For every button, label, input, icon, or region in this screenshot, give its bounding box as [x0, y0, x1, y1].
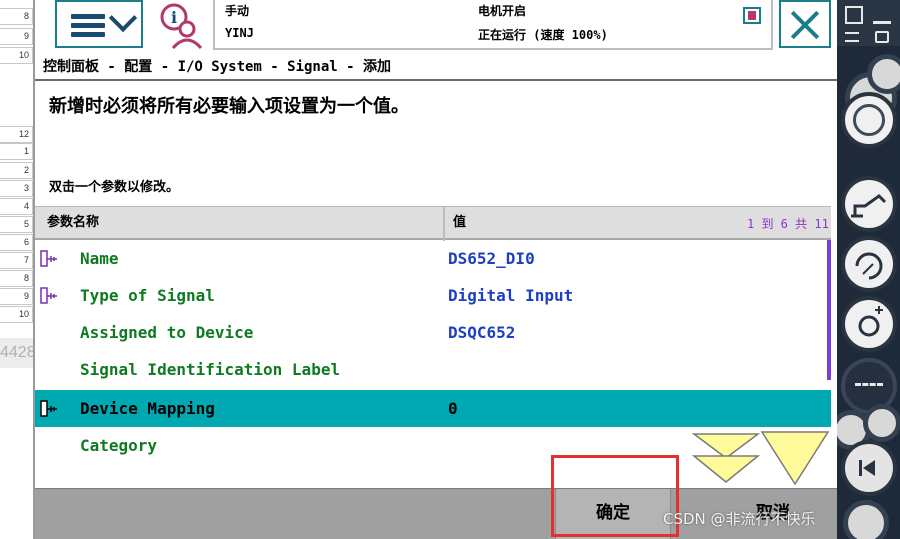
row-number: 12 [0, 126, 33, 143]
ghost-text: 4428 [0, 338, 33, 368]
task-status-icon [743, 7, 761, 24]
breadcrumb: 控制面板 - 配置 - I/O System - Signal - 添加 [43, 59, 392, 75]
svg-text:i: i [171, 8, 177, 27]
jog-ring-icon [853, 104, 885, 136]
step-button[interactable] [841, 440, 897, 496]
row-number: 6 [0, 234, 33, 251]
quickset-panel [837, 0, 900, 539]
column-divider [443, 207, 445, 241]
swap-icon[interactable] [845, 32, 859, 42]
more-icon [855, 383, 883, 387]
main-menu-button[interactable] [55, 0, 143, 48]
row-number: 10 [0, 47, 33, 64]
param-value: DSQC652 [448, 323, 516, 342]
increment-button[interactable] [841, 296, 897, 352]
param-name: Name [80, 249, 119, 268]
minimize-icon[interactable] [873, 6, 891, 24]
row-number: 1 [0, 143, 33, 160]
row-number: 5 [0, 216, 33, 233]
chevron-down-icon [108, 3, 138, 33]
annotation-highlight [551, 455, 679, 537]
param-name: Assigned to Device [80, 323, 254, 342]
gear-icon [867, 54, 900, 94]
motion-mode-button[interactable] [841, 236, 897, 292]
required-param-icon [40, 400, 57, 417]
column-header-value: 值 [453, 215, 467, 230]
table-row[interactable]: Signal Identification Label [35, 351, 831, 388]
param-value: DS652_DI0 [448, 249, 535, 268]
table-row[interactable]: Name DS652_DI0 [35, 240, 831, 277]
row-number: 4 [0, 198, 33, 215]
page-down-arrows [692, 431, 830, 486]
jog-unit-button[interactable] [841, 92, 897, 148]
table-row[interactable]: Type of Signal Digital Input [35, 277, 831, 314]
required-param-icon [40, 287, 57, 304]
increment-icon [858, 306, 883, 337]
event-log-icon[interactable]: i [157, 2, 203, 50]
table-header: 参数名称 值 1 到 6 共 11 [35, 206, 831, 241]
robot-arm-button[interactable] [841, 176, 897, 232]
scroll-down-fast-button[interactable] [692, 433, 761, 483]
mode-label: 手动 [225, 4, 250, 18]
scrollbar[interactable] [827, 240, 831, 380]
param-value: 0 [448, 399, 458, 418]
camera-icon[interactable] [875, 31, 889, 43]
row-number: 7 [0, 252, 33, 269]
step-back-icon [859, 460, 875, 476]
table-row-selected[interactable]: Device Mapping 0 [35, 390, 831, 427]
page-range: 1 到 6 共 11 [747, 217, 829, 231]
flexpendant-window: i 手动 YINJ 电机开启 正在运行 (速度 100%) 控制面板 - 配置 … [33, 0, 839, 539]
watermark: CSDN @非流行不快乐 [663, 510, 816, 528]
column-header-param: 参数名称 [47, 215, 100, 230]
param-name: Device Mapping [80, 399, 215, 418]
gear-icon [843, 500, 889, 539]
row-number: 8 [0, 270, 33, 287]
param-name: Signal Identification Label [80, 360, 341, 379]
row-number: 2 [0, 162, 33, 179]
status-panel[interactable]: 手动 YINJ 电机开启 正在运行 (速度 100%) [213, 0, 773, 50]
top-bar: i 手动 YINJ 电机开启 正在运行 (速度 100%) [35, 0, 839, 55]
row-number: 8 [0, 8, 33, 25]
scroll-down-button[interactable] [760, 431, 830, 486]
rotate-icon [855, 252, 883, 280]
row-number: 9 [0, 28, 33, 45]
motor-state: 电机开启 [478, 4, 527, 18]
row-number: 10 [0, 306, 33, 323]
table-row[interactable]: Assigned to Device DSQC652 [35, 314, 831, 351]
window-controls [837, 0, 900, 46]
system-name: YINJ [225, 26, 254, 40]
close-button[interactable] [779, 0, 831, 48]
divider [35, 79, 839, 81]
run-state: 正在运行 (速度 100%) [478, 28, 608, 42]
background-spreadsheet: 8 9 10 12 1 2 3 4 5 6 7 8 9 10 4428 [0, 0, 33, 539]
row-number: 9 [0, 288, 33, 305]
instruction-hint: 双击一个参数以修改。 [49, 180, 180, 195]
row-number: 3 [0, 180, 33, 197]
param-name: Category [80, 436, 158, 455]
required-param-icon [40, 250, 57, 267]
robot-arm-icon [851, 194, 887, 218]
instruction-message: 新增时必须将所有必要输入项设置为一个值。 [49, 96, 409, 117]
menu-icon [71, 14, 105, 38]
gear-icon [863, 404, 900, 442]
param-name: Type of Signal [80, 286, 215, 305]
param-value: Digital Input [448, 286, 574, 305]
restore-icon[interactable] [845, 6, 863, 24]
